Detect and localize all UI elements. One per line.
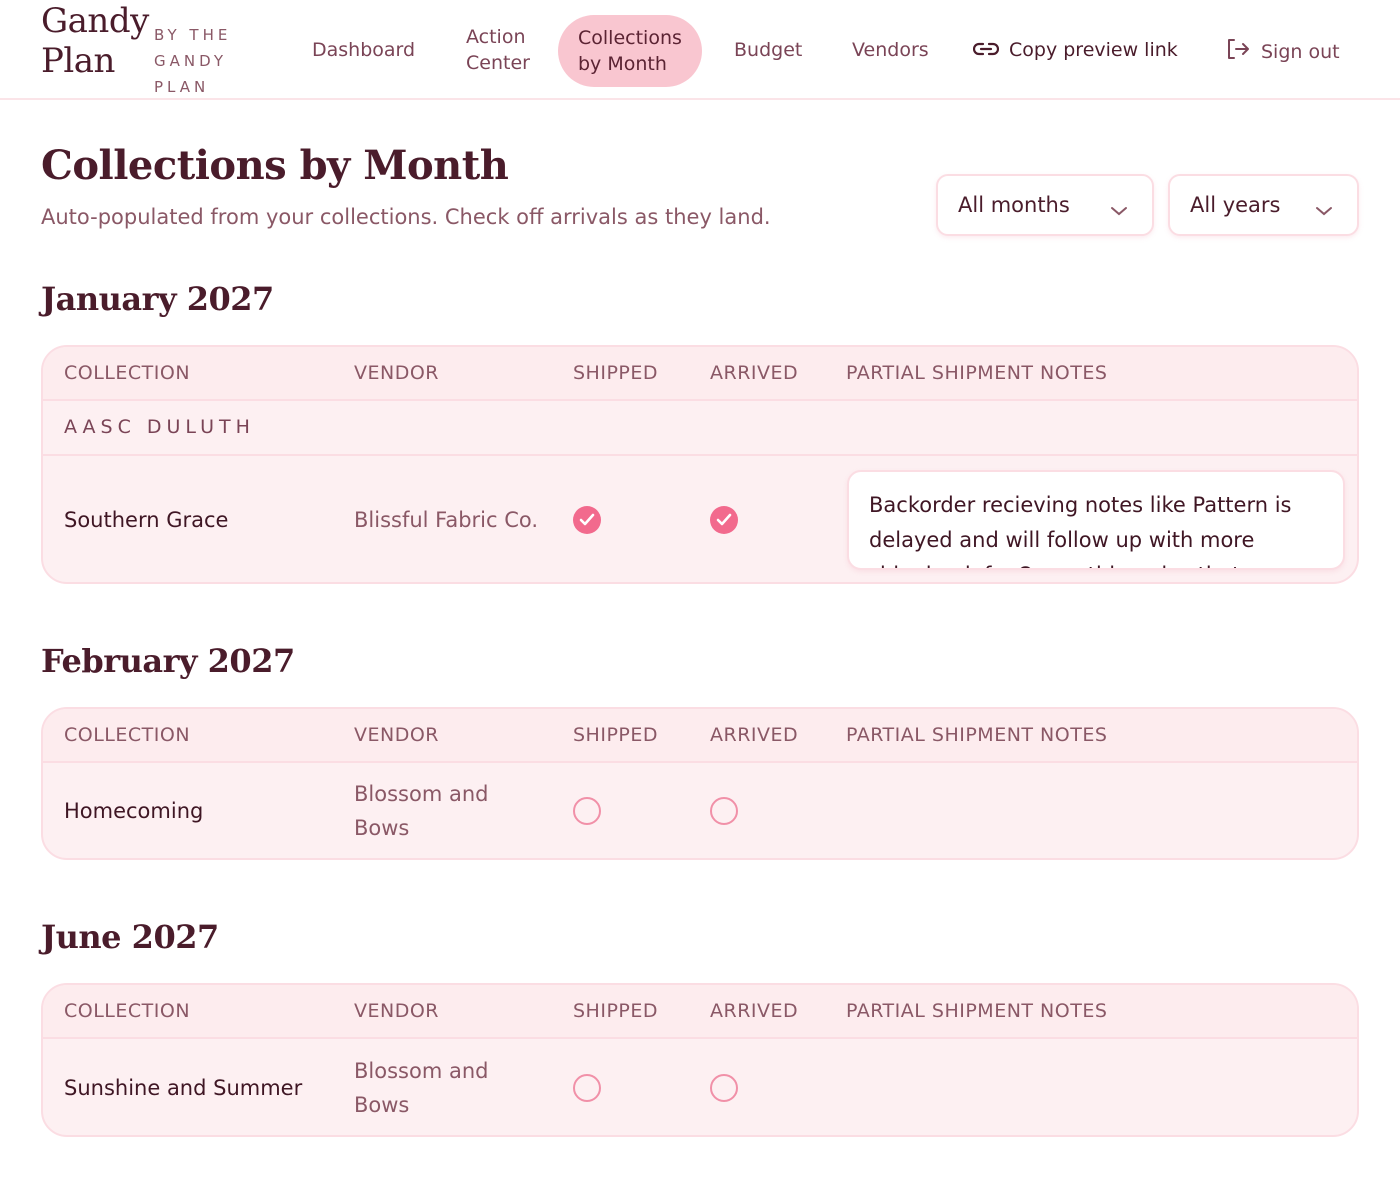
brand-logo[interactable]: Gandy Plan xyxy=(41,4,149,78)
nav-action-center-label-2: Center xyxy=(466,52,530,74)
table-row: Sunshine and Summer Blossom and Bows xyxy=(43,1039,1357,1135)
sign-out-icon xyxy=(1225,37,1251,68)
vendor-name: Blossom and Bows xyxy=(354,1054,544,1122)
collection-name: Sunshine and Summer xyxy=(64,1076,303,1100)
nav-collections-label-1: Collections xyxy=(578,27,682,49)
nav-action-center-label-1: Action xyxy=(466,26,526,48)
table-header: COLLECTION VENDOR SHIPPED ARRIVED PARTIA… xyxy=(43,347,1357,401)
chevron-down-icon xyxy=(1110,198,1128,222)
column-header-arrived: ARRIVED xyxy=(710,1000,799,1022)
nav-vendors[interactable]: Vendors xyxy=(852,37,929,63)
column-header-vendor: VENDOR xyxy=(354,1000,440,1022)
column-header-collection: COLLECTION xyxy=(64,362,191,384)
check-icon xyxy=(716,513,732,526)
vendor-name-line1: Blossom and xyxy=(354,1059,489,1083)
table-header: COLLECTION VENDOR SHIPPED ARRIVED PARTIA… xyxy=(43,709,1357,763)
page-title: Collections by Month xyxy=(41,142,509,189)
vendor-name-line2: Bows xyxy=(354,1093,410,1117)
nav-collections-label-2: by Month xyxy=(578,53,667,75)
nav-vendors-label: Vendors xyxy=(852,39,929,61)
group-label: AASC DULUTH xyxy=(64,416,255,438)
column-header-notes: PARTIAL SHIPMENT NOTES xyxy=(846,362,1108,384)
brand-name-line1: Gandy xyxy=(41,1,149,41)
column-header-vendor: VENDOR xyxy=(354,724,440,746)
month-heading: January 2027 xyxy=(41,280,274,318)
column-header-collection: COLLECTION xyxy=(64,724,191,746)
arrived-checkbox[interactable] xyxy=(710,506,738,534)
vendor-name: Blissful Fabric Co. xyxy=(354,508,539,532)
table-row: Southern Grace Blissful Fabric Co. Backo… xyxy=(43,456,1357,582)
collection-name: Southern Grace xyxy=(64,508,229,532)
nav-dashboard[interactable]: Dashboard xyxy=(312,37,415,63)
column-header-notes: PARTIAL SHIPMENT NOTES xyxy=(846,1000,1108,1022)
notes-text: Backorder recieving notes like Pattern i… xyxy=(869,493,1292,568)
column-header-arrived: ARRIVED xyxy=(710,362,799,384)
month-heading: February 2027 xyxy=(41,642,295,680)
brand-tagline: BY THE GANDY PLAN xyxy=(154,22,231,100)
sign-out-button[interactable]: Sign out xyxy=(1225,37,1340,68)
nav-action-center[interactable]: Action Center xyxy=(466,24,530,76)
shipped-checkbox[interactable] xyxy=(573,506,601,534)
nav-collections-by-month[interactable]: Collections by Month xyxy=(558,15,702,87)
year-filter-value: All years xyxy=(1190,193,1281,217)
chevron-down-icon xyxy=(1315,198,1333,222)
page-subtitle: Auto-populated from your collections. Ch… xyxy=(41,205,771,229)
top-navigation: Gandy Plan BY THE GANDY PLAN Dashboard A… xyxy=(0,0,1400,100)
month-filter-value: All months xyxy=(958,193,1070,217)
column-header-collection: COLLECTION xyxy=(64,1000,191,1022)
check-icon xyxy=(579,513,595,526)
column-header-shipped: SHIPPED xyxy=(573,362,659,384)
table-header: COLLECTION VENDOR SHIPPED ARRIVED PARTIA… xyxy=(43,985,1357,1039)
brand-tagline-line1: BY THE xyxy=(154,26,232,44)
collection-name: Homecoming xyxy=(64,799,204,823)
vendor-name-line1: Blossom and xyxy=(354,782,489,806)
brand-name-line2: Plan xyxy=(41,41,115,81)
column-header-arrived: ARRIVED xyxy=(710,724,799,746)
shipped-checkbox[interactable] xyxy=(573,797,601,825)
month-table: COLLECTION VENDOR SHIPPED ARRIVED PARTIA… xyxy=(41,983,1359,1137)
column-header-notes: PARTIAL SHIPMENT NOTES xyxy=(846,724,1108,746)
nav-budget-label: Budget xyxy=(734,39,803,61)
year-filter-select[interactable]: All years xyxy=(1168,174,1359,236)
copy-preview-link-label: Copy preview link xyxy=(1009,39,1178,61)
column-header-shipped: SHIPPED xyxy=(573,1000,659,1022)
shipped-checkbox[interactable] xyxy=(573,1074,601,1102)
link-icon xyxy=(972,38,1000,64)
month-table: COLLECTION VENDOR SHIPPED ARRIVED PARTIA… xyxy=(41,345,1359,584)
nav-budget[interactable]: Budget xyxy=(734,37,802,63)
copy-preview-link-button[interactable]: Copy preview link xyxy=(972,37,1178,64)
table-row: Homecoming Blossom and Bows xyxy=(43,763,1357,858)
brand-tagline-line3: PLAN xyxy=(154,78,210,96)
partial-shipment-notes-field[interactable]: Backorder recieving notes like Pattern i… xyxy=(847,470,1345,570)
month-heading: June 2027 xyxy=(41,918,219,956)
column-header-shipped: SHIPPED xyxy=(573,724,659,746)
vendor-name: Blossom and Bows xyxy=(354,777,544,845)
group-row: AASC DULUTH xyxy=(43,401,1357,456)
vendor-name-line2: Bows xyxy=(354,816,410,840)
arrived-checkbox[interactable] xyxy=(710,1074,738,1102)
sign-out-label: Sign out xyxy=(1261,41,1340,63)
nav-dashboard-label: Dashboard xyxy=(312,39,416,61)
arrived-checkbox[interactable] xyxy=(710,797,738,825)
column-header-vendor: VENDOR xyxy=(354,362,440,384)
month-table: COLLECTION VENDOR SHIPPED ARRIVED PARTIA… xyxy=(41,707,1359,860)
brand-tagline-line2: GANDY xyxy=(154,52,227,70)
month-filter-select[interactable]: All months xyxy=(936,174,1154,236)
